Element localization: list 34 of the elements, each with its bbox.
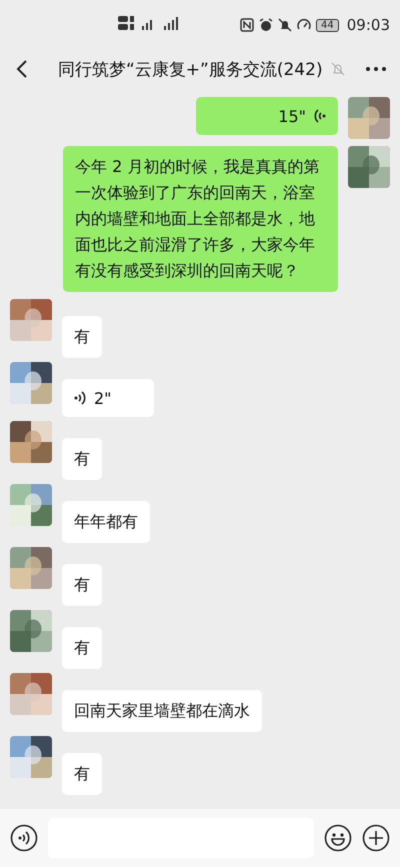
message-bubble[interactable]: 回南天家里墙壁都在滴水 <box>62 690 262 732</box>
more-icon[interactable] <box>366 67 386 71</box>
message-bubble[interactable]: 有 <box>62 438 102 480</box>
back-icon[interactable] <box>16 59 28 79</box>
message-bubble[interactable]: 有 <box>62 564 102 606</box>
emoji-icon[interactable] <box>324 824 352 852</box>
speed-icon <box>297 18 312 32</box>
voice-icon <box>74 390 86 406</box>
message-bubble[interactable]: 有 <box>62 316 102 358</box>
status-time: 09:03 <box>346 16 390 34</box>
message-text: 有 <box>74 637 90 659</box>
message-text: 有 <box>74 326 90 348</box>
message-bubble[interactable]: 今年 2 月初的时候，我是真真的第一次体验到了广东的回南天，浴室内的墙壁和地面上全部都是水，地面也比之前湿滑了许多，大家今年有没有感受到深圳的回南天呢？ <box>63 146 338 292</box>
message-bubble[interactable]: 2" <box>62 379 154 417</box>
message-text: 有 <box>74 763 90 785</box>
message-bubble[interactable]: 年年都有 <box>62 501 150 543</box>
battery-level: 44 <box>316 18 339 32</box>
message-text: 有 <box>74 574 90 596</box>
voice-icon <box>314 108 326 124</box>
voice-input-icon[interactable] <box>10 824 38 852</box>
message-bubble[interactable]: 15" <box>196 97 338 135</box>
message-bubble[interactable]: 有 <box>62 753 102 795</box>
plus-icon[interactable] <box>362 824 390 852</box>
chat-title: 同行筑梦“云康复+”服务交流(242) <box>58 58 323 80</box>
message-text: 年年都有 <box>74 511 138 533</box>
bell-muted-icon <box>278 18 292 32</box>
message-bubble[interactable]: 有 <box>62 627 102 669</box>
message-text: 今年 2 月初的时候，我是真真的第一次体验到了广东的回南天，浴室内的墙壁和地面上全部都是水，地面也比之前湿滑了许多，大家今年有没有感受到深圳的回南天呢？ <box>75 156 320 282</box>
voice-duration: 2" <box>94 388 112 408</box>
message-text: 有 <box>74 448 90 470</box>
alarm-icon <box>259 18 274 32</box>
message-text: 回南天家里墙壁都在滴水 <box>74 700 250 722</box>
voice-duration: 15" <box>278 106 306 126</box>
nfc-icon <box>240 18 254 32</box>
